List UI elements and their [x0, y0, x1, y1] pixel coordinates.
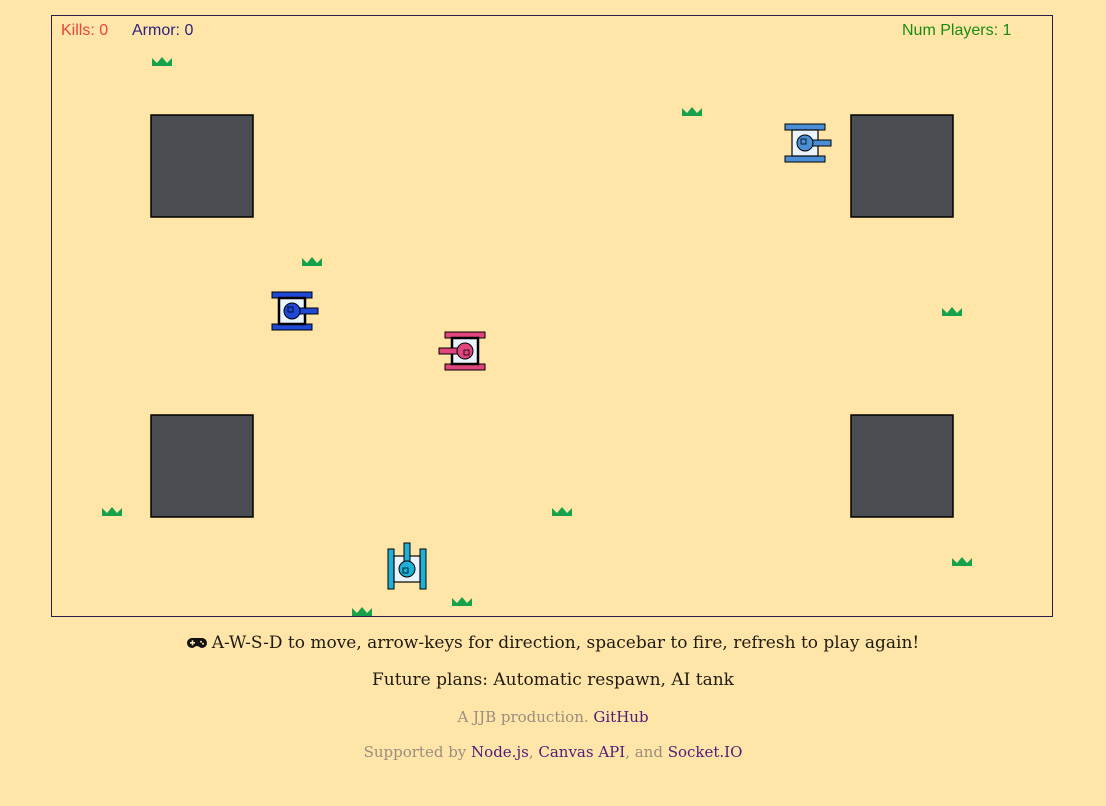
grass-tuft	[552, 507, 572, 516]
grass-tuft	[682, 107, 702, 116]
controls-text: A-W-S-D to move, arrow-keys for directio…	[211, 633, 920, 653]
pink-tank	[438, 331, 486, 371]
controls-instructions: A-W-S-D to move, arrow-keys for directio…	[0, 633, 1106, 654]
supported-prefix: Supported by	[363, 743, 472, 761]
grass-tuft	[952, 557, 972, 566]
game-canvas[interactable]: Kills: 0 Armor: 0 Num Players: 1	[51, 15, 1053, 617]
gamepad-icon	[186, 634, 207, 654]
num-players-counter: Num Players: 1	[902, 22, 1012, 39]
arena	[102, 57, 972, 616]
grass-tuft	[942, 307, 962, 316]
grass-tuft	[152, 57, 172, 66]
kills-counter: Kills: 0	[61, 22, 109, 39]
grass-tuft	[302, 257, 322, 266]
future-plans: Future plans: Automatic respawn, AI tank	[372, 670, 734, 690]
obstacle-block	[850, 414, 954, 518]
obstacle-block	[150, 414, 254, 518]
cyan-tank	[387, 542, 427, 590]
armor-counter: Armor: 0	[132, 22, 194, 39]
obstacle-block	[150, 114, 254, 218]
supported-separator: ,	[528, 743, 539, 761]
dark-blue-tank	[271, 291, 319, 331]
socketio-link[interactable]: Socket.IO	[668, 743, 743, 761]
credit-prefix: A JJB production.	[457, 708, 594, 726]
grass-tuft	[102, 507, 122, 516]
credit-line: A JJB production. GitHub	[0, 708, 1106, 726]
grass-tuft	[452, 597, 472, 606]
canvas-api-link[interactable]: Canvas API	[538, 743, 625, 761]
obstacle-block	[850, 114, 954, 218]
grass-tuft	[352, 607, 372, 616]
supported-and: , and	[625, 743, 668, 761]
nodejs-link[interactable]: Node.js	[471, 743, 529, 761]
supported-by-line: Supported by Node.js, Canvas API, and So…	[0, 743, 1106, 761]
light-blue-tank	[784, 123, 832, 163]
github-link[interactable]: GitHub	[593, 708, 648, 726]
